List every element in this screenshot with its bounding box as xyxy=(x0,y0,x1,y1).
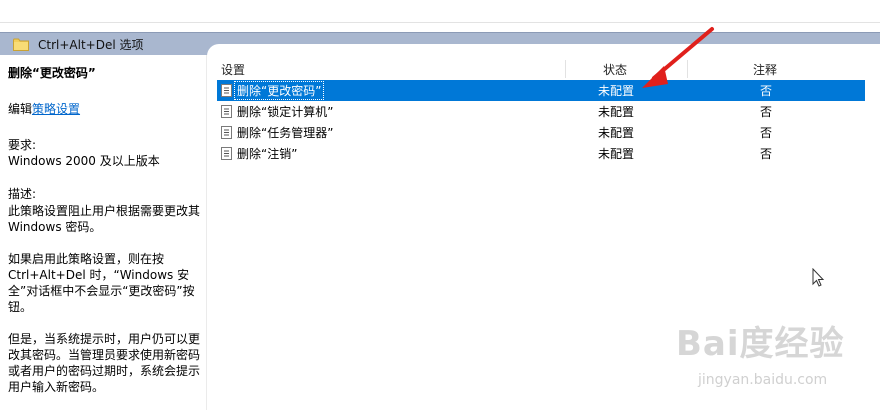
policy-doc-icon xyxy=(221,126,232,139)
setting-status: 未配置 xyxy=(598,105,635,119)
description-text: 此策略设置阻止用户根据需要更改其 Windows 密码。 如果启用此策略设置，则… xyxy=(8,203,204,410)
setting-row-remove-logoff[interactable]: 删除“注销” 未配置 否 xyxy=(217,143,865,164)
mouse-cursor-icon xyxy=(812,268,825,287)
edit-line: 编辑策略设置 xyxy=(8,100,80,117)
setting-name: 删除“更改密码” xyxy=(233,81,325,100)
description-paragraph: 但是，当系统提示时，用户仍可以更改其密码。当管理员要求使用新密码或者用户的密码过… xyxy=(8,332,201,394)
policy-doc-icon xyxy=(221,147,232,160)
setting-status: 未配置 xyxy=(598,84,635,98)
description-paragraph: 如果启用此策略设置，则在按 Ctrl+Alt+Del 时，“Windows 安全… xyxy=(8,252,195,314)
description-paragraph: 此策略设置阻止用户根据需要更改其 Windows 密码。 xyxy=(8,204,201,234)
setting-note: 否 xyxy=(760,84,773,98)
setting-name: 删除“任务管理器” xyxy=(237,126,334,140)
edit-prefix: 编辑 xyxy=(8,102,33,116)
setting-note: 否 xyxy=(760,105,773,119)
watermark-url: jingyan.baidu.com xyxy=(698,372,828,388)
column-divider[interactable] xyxy=(565,60,566,78)
setting-row-remove-task-manager[interactable]: 删除“任务管理器” 未配置 否 xyxy=(217,122,865,143)
setting-note: 否 xyxy=(760,126,773,140)
list-column-header: 设置 状态 注释 xyxy=(207,60,865,78)
setting-note: 否 xyxy=(760,147,773,161)
setting-name: 删除“锁定计算机” xyxy=(237,105,334,119)
requirements-label: 要求: xyxy=(8,138,37,152)
setting-status: 未配置 xyxy=(598,147,635,161)
setting-row-remove-change-password[interactable]: 删除“更改密码” 未配置 否 xyxy=(217,80,865,101)
gpedit-window: Ctrl+Alt+Del 选项 删除“更改密码” 编辑策略设置 要求: Wind… xyxy=(0,0,880,410)
policy-title: 删除“更改密码” xyxy=(8,66,96,80)
edit-policy-settings-link[interactable]: 策略设置 xyxy=(32,102,80,116)
extended-description-pane: 删除“更改密码” 编辑策略设置 要求: Windows 2000 及以上版本 描… xyxy=(0,55,207,410)
column-header-status[interactable]: 状态 xyxy=(603,61,627,78)
node-title: Ctrl+Alt+Del 选项 xyxy=(38,37,144,52)
watermark-brand: Bai度经验 xyxy=(676,324,845,364)
setting-name: 删除“注销” xyxy=(237,147,298,161)
red-arrow-icon xyxy=(642,27,714,88)
column-header-note[interactable]: 注释 xyxy=(753,61,777,78)
window-top-strip xyxy=(0,0,880,23)
baidu-jingyan-watermark: Bai度经验 jingyan.baidu.com xyxy=(676,316,872,398)
policy-doc-icon xyxy=(221,105,232,118)
settings-list: 删除“更改密码” 未配置 否 删除“锁定计算机” 未配置 否 删除“任务管理器”… xyxy=(217,80,865,164)
folder-icon xyxy=(13,38,29,51)
setting-status: 未配置 xyxy=(598,126,635,140)
requirements-value: Windows 2000 及以上版本 xyxy=(8,154,160,168)
column-header-setting[interactable]: 设置 xyxy=(221,61,245,78)
setting-row-remove-lock-computer[interactable]: 删除“锁定计算机” 未配置 否 xyxy=(217,101,865,122)
description-label: 描述: xyxy=(8,187,37,201)
policy-doc-icon xyxy=(221,84,232,97)
